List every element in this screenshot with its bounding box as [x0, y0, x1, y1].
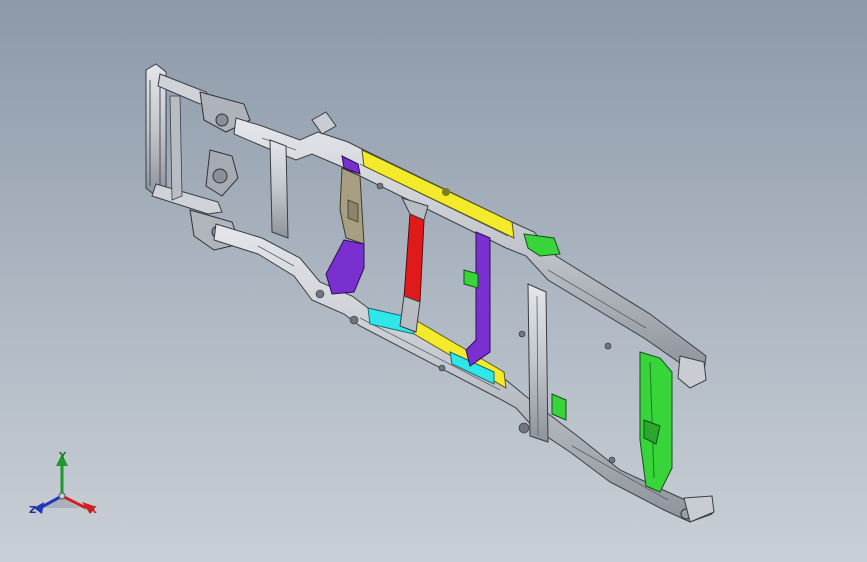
orientation-triad: Y X Z [22, 446, 112, 526]
z-axis-label: Z [29, 505, 37, 516]
front-crossmember [269, 139, 289, 239]
chassis-frame-model[interactable] [0, 0, 867, 562]
lower-side-rail [213, 223, 713, 523]
cad-viewport[interactable]: Y X Z [0, 0, 867, 562]
front-end-frame [145, 63, 251, 251]
purple-crossmember-rear [465, 231, 491, 367]
purple-crossmember-front [325, 239, 365, 295]
yellow-rail-top [361, 149, 515, 239]
upper-side-rail [233, 111, 707, 373]
x-axis-label: X [89, 505, 97, 516]
y-axis-label: Y [59, 451, 67, 462]
